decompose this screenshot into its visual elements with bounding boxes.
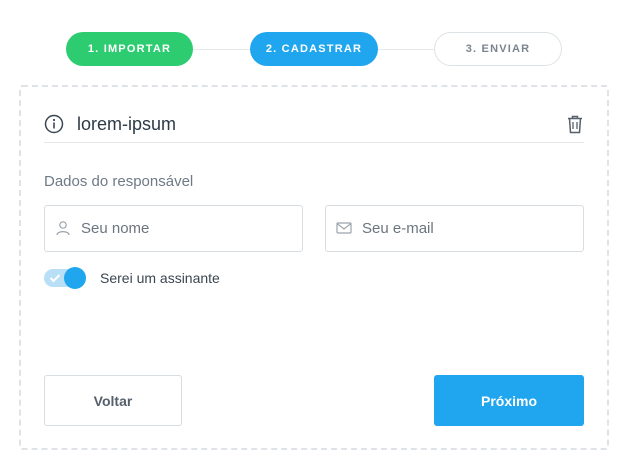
step-cadastrar[interactable]: 2. CADASTRAR — [250, 32, 378, 66]
toggle-knob — [64, 267, 86, 289]
trash-icon[interactable] — [566, 114, 584, 134]
info-circle-icon — [44, 114, 64, 134]
subscriber-toggle[interactable] — [44, 267, 86, 289]
section-label: Dados do responsável — [44, 173, 194, 190]
subscriber-toggle-label: Serei um assinante — [100, 270, 220, 286]
step-connector — [193, 49, 250, 50]
next-button-label: Próximo — [480, 392, 537, 409]
step-importar[interactable]: 1. IMPORTAR — [66, 32, 193, 66]
progress-stepper: 1. IMPORTAR 2. CADASTRAR 3. ENVIAR — [0, 32, 643, 68]
email-field[interactable] — [325, 205, 584, 252]
checkmark-icon — [49, 274, 61, 283]
user-icon — [56, 221, 70, 236]
step-connector — [378, 49, 434, 50]
envelope-icon — [336, 222, 352, 234]
step-label: 2. CADASTRAR — [265, 43, 363, 55]
back-button-label: Voltar — [93, 392, 133, 409]
step-label: 1. IMPORTAR — [87, 43, 172, 55]
file-name: lorem-ipsum — [77, 114, 177, 134]
email-input[interactable] — [362, 206, 572, 251]
next-button[interactable]: Próximo — [434, 375, 584, 426]
name-input[interactable] — [81, 206, 291, 251]
file-header: lorem-ipsum — [44, 108, 584, 143]
name-field[interactable] — [44, 205, 303, 252]
step-enviar[interactable]: 3. ENVIAR — [434, 32, 562, 66]
back-button[interactable]: Voltar — [44, 375, 182, 426]
step-label: 3. ENVIAR — [465, 43, 531, 55]
